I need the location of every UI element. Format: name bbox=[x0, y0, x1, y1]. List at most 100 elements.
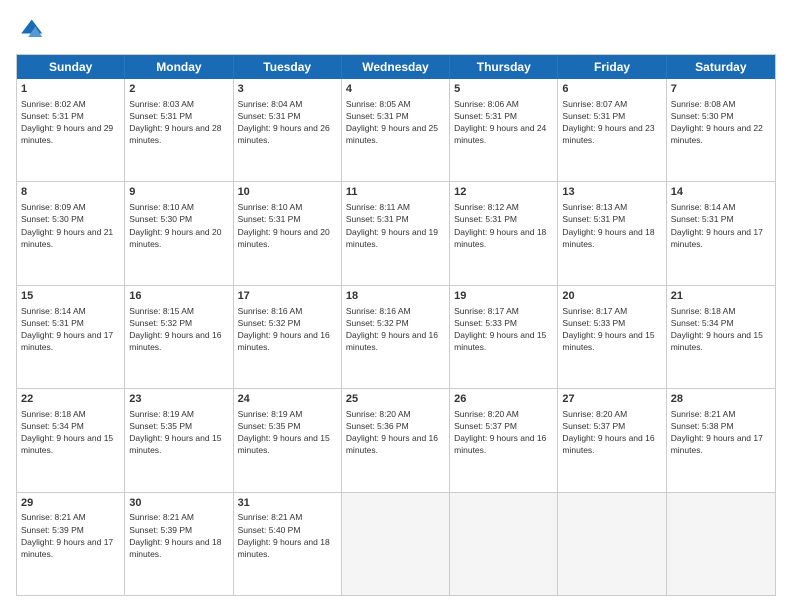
calendar-cell: 8 Sunrise: 8:09 AM Sunset: 5:30 PM Daylig… bbox=[17, 182, 125, 284]
calendar-cell: 25 Sunrise: 8:20 AM Sunset: 5:36 PM Dayli… bbox=[342, 389, 450, 491]
day-info: Sunrise: 8:02 AM Sunset: 5:31 PM Dayligh… bbox=[21, 99, 113, 145]
day-number: 30 bbox=[129, 496, 228, 511]
day-info: Sunrise: 8:15 AM Sunset: 5:32 PM Dayligh… bbox=[129, 306, 221, 352]
calendar-cell bbox=[667, 493, 775, 595]
calendar-header: SundayMondayTuesdayWednesdayThursdayFrid… bbox=[17, 55, 775, 79]
calendar-cell: 14Sunrise: 8:14 AM Sunset: 5:31 PM Dayli… bbox=[667, 182, 775, 284]
day-number: 8 bbox=[21, 185, 120, 200]
calendar-cell: 17 Sunrise: 8:16 AM Sunset: 5:32 PM Dayli… bbox=[234, 286, 342, 388]
day-info: Sunrise: 8:20 AM Sunset: 5:37 PM Dayligh… bbox=[454, 409, 546, 455]
day-info: Sunrise: 8:09 AM Sunset: 5:30 PM Dayligh… bbox=[21, 202, 113, 248]
day-number: 4 bbox=[346, 82, 445, 97]
day-info: Sunrise: 8:12 AM Sunset: 5:31 PM Dayligh… bbox=[454, 202, 546, 248]
day-number: 18 bbox=[346, 289, 445, 304]
day-info: Sunrise: 8:06 AM Sunset: 5:31 PM Dayligh… bbox=[454, 99, 546, 145]
day-number: 13 bbox=[562, 185, 661, 200]
day-number: 29 bbox=[21, 496, 120, 511]
day-number: 20 bbox=[562, 289, 661, 304]
calendar-cell: 26 Sunrise: 8:20 AM Sunset: 5:37 PM Dayli… bbox=[450, 389, 558, 491]
calendar-cell: 30Sunrise: 8:21 AM Sunset: 5:39 PM Dayli… bbox=[125, 493, 233, 595]
day-number: 11 bbox=[346, 185, 445, 200]
calendar-cell: 31Sunrise: 8:21 AM Sunset: 5:40 PM Dayli… bbox=[234, 493, 342, 595]
day-info: Sunrise: 8:05 AM Sunset: 5:31 PM Dayligh… bbox=[346, 99, 438, 145]
header bbox=[16, 16, 776, 44]
day-number: 19 bbox=[454, 289, 553, 304]
day-info: Sunrise: 8:16 AM Sunset: 5:32 PM Dayligh… bbox=[238, 306, 330, 352]
day-info: Sunrise: 8:07 AM Sunset: 5:31 PM Dayligh… bbox=[562, 99, 654, 145]
calendar: SundayMondayTuesdayWednesdayThursdayFrid… bbox=[16, 54, 776, 596]
calendar-body: 1Sunrise: 8:02 AM Sunset: 5:31 PM Daylig… bbox=[17, 79, 775, 595]
logo bbox=[16, 16, 48, 44]
day-info: Sunrise: 8:21 AM Sunset: 5:39 PM Dayligh… bbox=[129, 512, 221, 558]
day-info: Sunrise: 8:14 AM Sunset: 5:31 PM Dayligh… bbox=[21, 306, 113, 352]
calendar-row: 8 Sunrise: 8:09 AM Sunset: 5:30 PM Daylig… bbox=[17, 182, 775, 285]
day-info: Sunrise: 8:14 AM Sunset: 5:31 PM Dayligh… bbox=[671, 202, 763, 248]
calendar-row: 1Sunrise: 8:02 AM Sunset: 5:31 PM Daylig… bbox=[17, 79, 775, 182]
calendar-cell: 1Sunrise: 8:02 AM Sunset: 5:31 PM Daylig… bbox=[17, 79, 125, 181]
day-info: Sunrise: 8:11 AM Sunset: 5:31 PM Dayligh… bbox=[346, 202, 438, 248]
weekday-header: Friday bbox=[558, 55, 666, 79]
day-info: Sunrise: 8:17 AM Sunset: 5:33 PM Dayligh… bbox=[454, 306, 546, 352]
weekday-header: Thursday bbox=[450, 55, 558, 79]
day-info: Sunrise: 8:19 AM Sunset: 5:35 PM Dayligh… bbox=[129, 409, 221, 455]
day-number: 22 bbox=[21, 392, 120, 407]
calendar-cell: 19 Sunrise: 8:17 AM Sunset: 5:33 PM Dayli… bbox=[450, 286, 558, 388]
day-info: Sunrise: 8:10 AM Sunset: 5:31 PM Dayligh… bbox=[238, 202, 330, 248]
calendar-cell: 9 Sunrise: 8:10 AM Sunset: 5:30 PM Daylig… bbox=[125, 182, 233, 284]
day-info: Sunrise: 8:04 AM Sunset: 5:31 PM Dayligh… bbox=[238, 99, 330, 145]
calendar-cell: 5Sunrise: 8:06 AM Sunset: 5:31 PM Daylig… bbox=[450, 79, 558, 181]
calendar-cell: 24 Sunrise: 8:19 AM Sunset: 5:35 PM Dayli… bbox=[234, 389, 342, 491]
day-info: Sunrise: 8:21 AM Sunset: 5:38 PM Dayligh… bbox=[671, 409, 763, 455]
calendar-cell: 16 Sunrise: 8:15 AM Sunset: 5:32 PM Dayli… bbox=[125, 286, 233, 388]
day-number: 7 bbox=[671, 82, 771, 97]
calendar-cell: 13 Sunrise: 8:13 AM Sunset: 5:31 PM Dayli… bbox=[558, 182, 666, 284]
weekday-header: Wednesday bbox=[342, 55, 450, 79]
calendar-row: 29Sunrise: 8:21 AM Sunset: 5:39 PM Dayli… bbox=[17, 493, 775, 595]
day-number: 15 bbox=[21, 289, 120, 304]
day-info: Sunrise: 8:17 AM Sunset: 5:33 PM Dayligh… bbox=[562, 306, 654, 352]
day-info: Sunrise: 8:19 AM Sunset: 5:35 PM Dayligh… bbox=[238, 409, 330, 455]
calendar-cell: 29Sunrise: 8:21 AM Sunset: 5:39 PM Dayli… bbox=[17, 493, 125, 595]
day-info: Sunrise: 8:10 AM Sunset: 5:30 PM Dayligh… bbox=[129, 202, 221, 248]
day-info: Sunrise: 8:13 AM Sunset: 5:31 PM Dayligh… bbox=[562, 202, 654, 248]
day-number: 21 bbox=[671, 289, 771, 304]
calendar-cell bbox=[450, 493, 558, 595]
day-number: 9 bbox=[129, 185, 228, 200]
weekday-header: Tuesday bbox=[234, 55, 342, 79]
calendar-cell bbox=[342, 493, 450, 595]
calendar-cell: 23Sunrise: 8:19 AM Sunset: 5:35 PM Dayli… bbox=[125, 389, 233, 491]
calendar-cell: 22 Sunrise: 8:18 AM Sunset: 5:34 PM Dayli… bbox=[17, 389, 125, 491]
day-number: 27 bbox=[562, 392, 661, 407]
calendar-cell: 7 Sunrise: 8:08 AM Sunset: 5:30 PM Daylig… bbox=[667, 79, 775, 181]
day-number: 3 bbox=[238, 82, 337, 97]
calendar-cell: 15 Sunrise: 8:14 AM Sunset: 5:31 PM Dayli… bbox=[17, 286, 125, 388]
day-number: 24 bbox=[238, 392, 337, 407]
calendar-cell: 10Sunrise: 8:10 AM Sunset: 5:31 PM Dayli… bbox=[234, 182, 342, 284]
day-info: Sunrise: 8:21 AM Sunset: 5:40 PM Dayligh… bbox=[238, 512, 330, 558]
day-number: 6 bbox=[562, 82, 661, 97]
weekday-header: Sunday bbox=[17, 55, 125, 79]
day-number: 16 bbox=[129, 289, 228, 304]
calendar-row: 15 Sunrise: 8:14 AM Sunset: 5:31 PM Dayli… bbox=[17, 286, 775, 389]
calendar-cell: 21Sunrise: 8:18 AM Sunset: 5:34 PM Dayli… bbox=[667, 286, 775, 388]
page: SundayMondayTuesdayWednesdayThursdayFrid… bbox=[0, 0, 792, 612]
calendar-cell: 27Sunrise: 8:20 AM Sunset: 5:37 PM Dayli… bbox=[558, 389, 666, 491]
day-number: 2 bbox=[129, 82, 228, 97]
day-info: Sunrise: 8:20 AM Sunset: 5:36 PM Dayligh… bbox=[346, 409, 438, 455]
calendar-cell: 20 Sunrise: 8:17 AM Sunset: 5:33 PM Dayli… bbox=[558, 286, 666, 388]
calendar-cell: 2 Sunrise: 8:03 AM Sunset: 5:31 PM Daylig… bbox=[125, 79, 233, 181]
calendar-cell bbox=[558, 493, 666, 595]
day-number: 25 bbox=[346, 392, 445, 407]
calendar-cell: 6 Sunrise: 8:07 AM Sunset: 5:31 PM Daylig… bbox=[558, 79, 666, 181]
weekday-header: Saturday bbox=[667, 55, 775, 79]
calendar-cell: 3 Sunrise: 8:04 AM Sunset: 5:31 PM Daylig… bbox=[234, 79, 342, 181]
day-info: Sunrise: 8:03 AM Sunset: 5:31 PM Dayligh… bbox=[129, 99, 221, 145]
calendar-cell: 18Sunrise: 8:16 AM Sunset: 5:32 PM Dayli… bbox=[342, 286, 450, 388]
day-info: Sunrise: 8:21 AM Sunset: 5:39 PM Dayligh… bbox=[21, 512, 113, 558]
weekday-header: Monday bbox=[125, 55, 233, 79]
day-number: 17 bbox=[238, 289, 337, 304]
day-info: Sunrise: 8:08 AM Sunset: 5:30 PM Dayligh… bbox=[671, 99, 763, 145]
day-number: 26 bbox=[454, 392, 553, 407]
day-info: Sunrise: 8:18 AM Sunset: 5:34 PM Dayligh… bbox=[21, 409, 113, 455]
calendar-cell: 4 Sunrise: 8:05 AM Sunset: 5:31 PM Daylig… bbox=[342, 79, 450, 181]
